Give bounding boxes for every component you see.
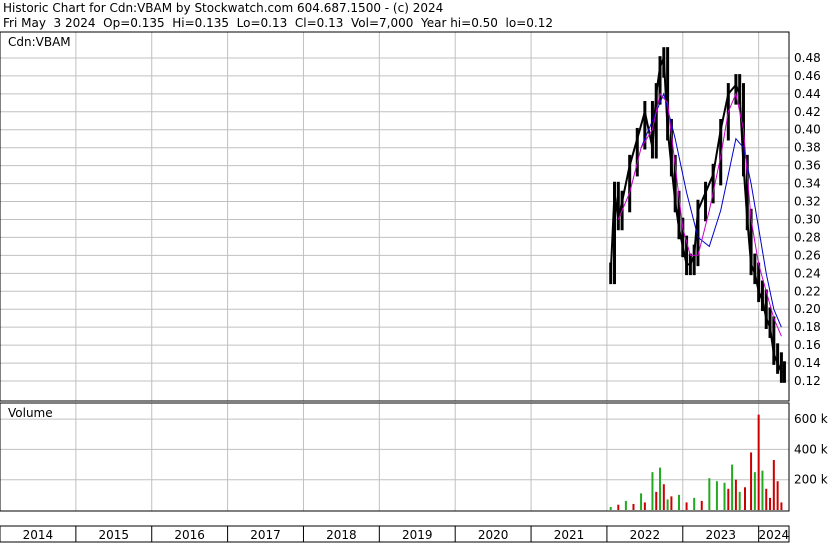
- volume-bar: [624, 500, 627, 510]
- volume-bar: [772, 460, 775, 510]
- price-tick-label: 0.12: [794, 374, 821, 388]
- year-tick-label: 2018: [326, 528, 357, 542]
- year-tick-label: 2023: [705, 528, 736, 542]
- price-tick-label: 0.40: [794, 123, 821, 137]
- year-tick-label: 2020: [478, 528, 509, 542]
- volume-bar: [769, 497, 772, 510]
- year-tick-label: 2024: [759, 528, 790, 542]
- year-tick-label: 2015: [99, 528, 130, 542]
- volume-bar: [640, 493, 643, 510]
- price-tick-label: 0.42: [794, 105, 821, 119]
- price-tick-label: 0.24: [794, 266, 821, 280]
- volume-bar: [670, 496, 673, 510]
- price-y-axis-labels: 0.48 0.46 0.44 0.42 0.40 0.38 0.36 0.34 0.32 0.30…: [794, 51, 821, 388]
- volume-tick-label: 400 k: [794, 442, 828, 456]
- moving-average-long-line: [640, 92, 782, 328]
- price-panel-frame: [0, 31, 790, 402]
- volume-bar: [659, 467, 662, 510]
- price-panel-title: Cdn:VBAM: [8, 35, 71, 49]
- volume-bar: [655, 491, 658, 510]
- price-tick-label: 0.22: [794, 284, 821, 298]
- year-tick-label: 2016: [174, 528, 205, 542]
- volume-grid: [0, 403, 789, 511]
- volume-bar: [780, 502, 783, 510]
- volume-panel-title: Volume: [8, 406, 53, 420]
- year-tick-label: 2022: [630, 528, 661, 542]
- price-tick-label: 0.14: [794, 356, 821, 370]
- year-tick-label: 2021: [554, 528, 585, 542]
- volume-bar: [734, 479, 737, 510]
- volume-bar: [666, 499, 669, 510]
- volume-bar: [708, 478, 711, 510]
- volume-bars: [609, 414, 783, 510]
- volume-tick-label: 600 k: [794, 412, 828, 426]
- volume-bar: [727, 488, 730, 510]
- price-tick-label: 0.20: [794, 302, 821, 316]
- price-tick-label: 0.16: [794, 338, 821, 352]
- volume-bar: [776, 481, 779, 510]
- volume-bar: [761, 470, 764, 510]
- volume-bar: [700, 500, 703, 510]
- volume-bar: [609, 506, 612, 510]
- volume-bar: [617, 504, 620, 510]
- price-tick-label: 0.34: [794, 177, 821, 191]
- volume-bar: [715, 481, 718, 510]
- volume-bar: [677, 494, 680, 510]
- year-tick-label: 2019: [402, 528, 433, 542]
- volume-bar: [738, 491, 741, 510]
- volume-bar: [643, 502, 646, 510]
- volume-bar: [651, 472, 654, 510]
- volume-bar: [757, 414, 760, 510]
- price-tick-label: 0.18: [794, 320, 821, 334]
- volume-bar: [723, 482, 726, 510]
- volume-bar: [743, 487, 746, 510]
- price-tick-label: 0.44: [794, 87, 821, 101]
- volume-y-axis-labels: 600 k 400 k 200 k: [794, 412, 828, 487]
- volume-bar: [753, 472, 756, 510]
- price-tick-label: 0.36: [794, 159, 821, 173]
- year-tick-label: 2014: [23, 528, 54, 542]
- volume-bar: [632, 503, 635, 510]
- volume-bar: [662, 484, 665, 510]
- year-axis-labels: 2014 2015 2016 2017 2018 2019 2020 2021 2022 2023…: [23, 526, 789, 542]
- price-grid: [0, 32, 789, 401]
- year-tick-label: 2017: [250, 528, 281, 542]
- volume-bar: [731, 464, 734, 510]
- volume-tick-label: 200 k: [794, 473, 828, 487]
- volume-bar: [765, 488, 768, 510]
- price-tick-label: 0.32: [794, 195, 821, 209]
- price-tick-label: 0.26: [794, 248, 821, 262]
- stock-chart: Cdn:VBAM Volume 0.48 0.46 0.44 0.42 0.40 0.38…: [0, 31, 828, 543]
- price-tick-label: 0.46: [794, 69, 821, 83]
- volume-bar: [685, 502, 688, 510]
- price-tick-label: 0.48: [794, 51, 821, 65]
- price-tick-label: 0.28: [794, 230, 821, 244]
- volume-bar: [693, 497, 696, 510]
- volume-bar: [750, 452, 753, 510]
- price-tick-label: 0.38: [794, 141, 821, 155]
- price-tick-label: 0.30: [794, 212, 821, 226]
